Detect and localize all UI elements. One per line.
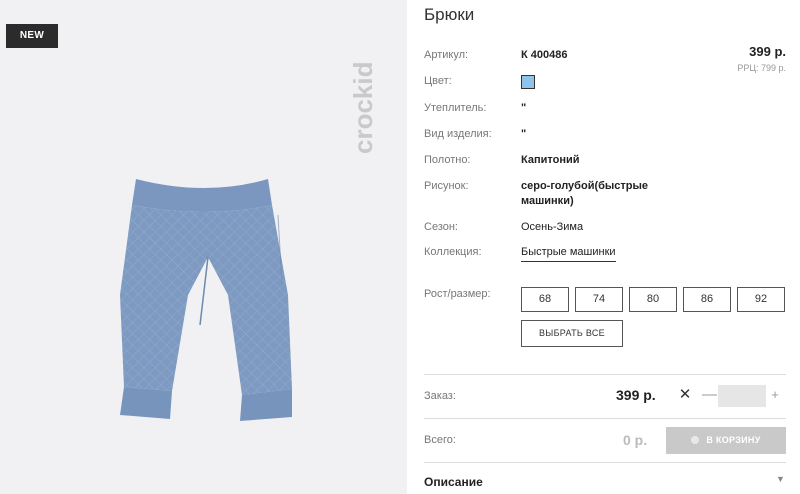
article-value: К 400486 [521, 49, 568, 61]
recommended-price: РРЦ: 799 р. [737, 63, 786, 73]
size-option-80[interactable]: 80 [629, 287, 677, 312]
color-swatch[interactable] [521, 75, 535, 89]
product-image-panel[interactable]: NEW crockid [0, 0, 407, 494]
color-label: Цвет: [424, 75, 452, 87]
season-value: Осень-Зима [521, 221, 584, 233]
article-label: Артикул: [424, 49, 469, 61]
collection-label: Коллекция: [424, 246, 482, 258]
pattern-label: Рисунок: [424, 180, 469, 192]
product-price: 399 р. [749, 44, 786, 59]
minus-icon[interactable]: — [702, 387, 717, 403]
collection-link[interactable]: Быстрые машинки [521, 246, 616, 262]
product-type-value: " [521, 128, 527, 140]
new-badge: NEW [6, 24, 58, 48]
quantity-input[interactable] [718, 385, 766, 407]
brand-logo: crockid [348, 62, 378, 155]
size-option-74[interactable]: 74 [575, 287, 623, 312]
add-to-cart-label: В КОРЗИНУ [706, 435, 761, 445]
size-label: Рост/размер: [424, 288, 491, 300]
fabric-value: Капитоний [521, 154, 580, 166]
size-option-86[interactable]: 86 [683, 287, 731, 312]
season-label: Сезон: [424, 221, 458, 233]
order-divider-top [424, 374, 786, 375]
plus-icon[interactable]: + [768, 387, 782, 403]
chevron-down-icon[interactable]: ▼ [776, 474, 785, 484]
order-divider-bottom [424, 418, 786, 419]
pattern-value-line1: серо-голубой(быстрые [521, 180, 649, 192]
insulation-label: Утеплитель: [424, 102, 487, 114]
product-photo [120, 179, 292, 421]
cart-icon [691, 436, 700, 444]
total-label: Всего: [424, 434, 456, 446]
add-to-cart-button[interactable]: В КОРЗИНУ [666, 427, 786, 454]
size-option-92[interactable]: 92 [737, 287, 785, 312]
order-label: Заказ: [424, 390, 456, 402]
product-title: Брюки [424, 5, 475, 24]
size-option-68[interactable]: 68 [521, 287, 569, 312]
description-toggle[interactable]: Описание [424, 475, 483, 489]
product-type-label: Вид изделия: [424, 128, 492, 140]
description-divider [424, 462, 786, 463]
close-icon[interactable]: ✕ [678, 387, 692, 403]
pattern-value-line2: машинки) [521, 195, 574, 207]
fabric-label: Полотно: [424, 154, 471, 166]
insulation-value: " [521, 102, 527, 114]
select-all-sizes-button[interactable]: ВЫБРАТЬ ВСЕ [521, 320, 623, 347]
brand-logo-text: crockid [348, 62, 378, 155]
total-price: 0 р. [623, 432, 648, 448]
order-price: 399 р. [616, 387, 656, 403]
